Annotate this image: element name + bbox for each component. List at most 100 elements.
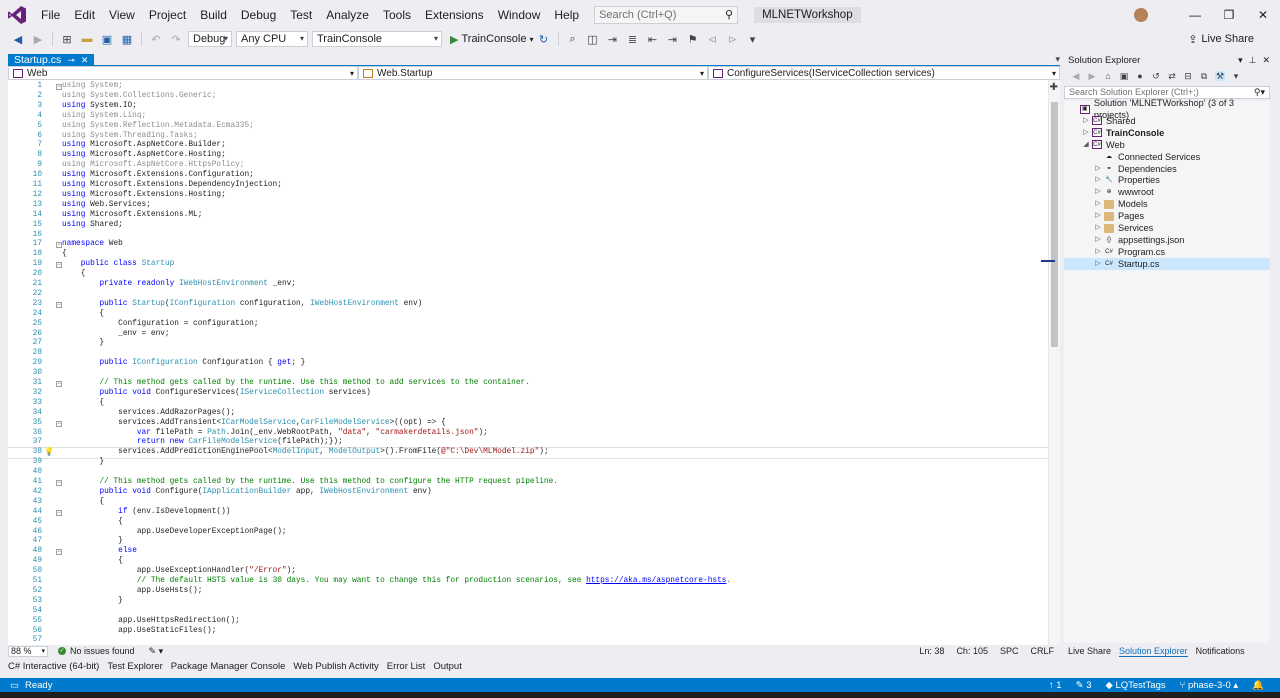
startup-project-select[interactable]: TrainConsole ▾ — [312, 31, 442, 47]
code-line[interactable]: 5 using System.Reflection.Metadata.Ecma33… — [8, 122, 1048, 132]
code-line[interactable]: 28 — [8, 349, 1048, 359]
code-line[interactable]: 27 } — [8, 339, 1048, 349]
tree-item-program-cs[interactable]: ▷ C# Program.cs — [1064, 246, 1270, 258]
scrollbar-thumb[interactable] — [1051, 102, 1058, 347]
editor-vertical-scrollbar[interactable]: ✚ — [1041, 80, 1060, 645]
code-line[interactable]: 13 using Web.Services; — [8, 201, 1048, 211]
live-share-button[interactable]: ⇪ Live Share — [1188, 33, 1254, 46]
menu-item-build[interactable]: Build — [193, 0, 234, 30]
code-line[interactable]: 15 using Shared; — [8, 221, 1048, 231]
tab-overflow-icon[interactable]: ▾ — [1055, 54, 1060, 65]
code-line[interactable]: 34 services.AddRazorPages(); — [8, 409, 1048, 419]
pending-edits[interactable]: ✎ 3 — [1076, 680, 1092, 691]
tree-item-wwwroot[interactable]: ▷ ⊕ wwwroot — [1064, 186, 1270, 198]
code-line[interactable]: 44− if (env.IsDevelopment()) — [8, 508, 1048, 518]
menu-item-file[interactable]: File — [34, 0, 67, 30]
code-line[interactable]: 8 using Microsoft.AspNetCore.Hosting; — [8, 151, 1048, 161]
pending-changes-icon[interactable]: ↺ — [1151, 71, 1161, 81]
repository-selector[interactable]: ◆ LQTestTags — [1105, 680, 1165, 691]
indent-icon[interactable]: ⇤ — [646, 32, 660, 46]
properties-icon[interactable]: ⚒ — [1215, 71, 1225, 81]
code-line[interactable]: 1− using System; — [8, 82, 1048, 92]
tree-item-services[interactable]: ▷ Services — [1064, 222, 1270, 234]
expand-toggle-icon[interactable]: ▷ — [1094, 186, 1102, 198]
expand-toggle-icon[interactable]: ▷ — [1094, 258, 1102, 270]
code-line[interactable]: 42 public void Configure(IApplicationBui… — [8, 488, 1048, 498]
code-line[interactable]: 4 using System.Linq; — [8, 112, 1048, 122]
menu-item-view[interactable]: View — [102, 0, 142, 30]
tab-solution-explorer[interactable]: Solution Explorer — [1119, 646, 1188, 657]
code-line[interactable]: 36 var filePath = Path.Join(_env.WebRoot… — [8, 429, 1048, 439]
save-icon[interactable]: ▣ — [100, 32, 114, 46]
menu-item-debug[interactable]: Debug — [234, 0, 283, 30]
back-icon[interactable]: ◀ — [11, 32, 25, 46]
code-line[interactable]: 38 💡 services.AddPredictionEnginePool<Mod… — [8, 447, 1049, 460]
tree-item-startup-cs[interactable]: ▷ C# Startup.cs — [1064, 257, 1270, 270]
code-line[interactable]: 18 { — [8, 250, 1048, 260]
menu-item-window[interactable]: Window — [491, 0, 548, 30]
tab-package-manager-console[interactable]: Package Manager Console — [171, 661, 286, 672]
expand-toggle-icon[interactable]: ▷ — [1094, 210, 1102, 222]
code-line[interactable]: 14 using Microsoft.Extensions.ML; — [8, 211, 1048, 221]
pin-icon[interactable]: ⊥ — [1249, 55, 1257, 66]
tree-item-shared[interactable]: ▷ C# Shared — [1064, 115, 1270, 127]
member-nav-select[interactable]: ConfigureServices(IServiceCollection ser… — [708, 66, 1060, 80]
whitespace-mode[interactable]: SPC — [1000, 646, 1019, 656]
code-line[interactable]: 48− else — [8, 547, 1048, 557]
code-line[interactable]: 54 — [8, 607, 1048, 617]
code-line[interactable]: 57 — [8, 636, 1048, 645]
code-line[interactable]: 19− public class Startup — [8, 260, 1048, 270]
tab-error-list[interactable]: Error List — [387, 661, 426, 672]
close-icon[interactable]: ✕ — [1262, 55, 1270, 66]
type-nav-select[interactable]: Web.Startup ▾ — [358, 66, 708, 80]
menu-item-project[interactable]: Project — [142, 0, 193, 30]
tree-item-models[interactable]: ▷ Models — [1064, 198, 1270, 210]
code-line[interactable]: 3 using System.IO; — [8, 102, 1048, 112]
step-icon[interactable]: ⇥ — [606, 32, 620, 46]
code-line[interactable]: 9 using Microsoft.AspNetCore.HttpsPolicy; — [8, 161, 1048, 171]
expand-toggle-icon[interactable]: ▷ — [1094, 222, 1102, 234]
split-editor-icon[interactable]: ✚ — [1050, 82, 1058, 93]
code-line[interactable]: 11 using Microsoft.Extensions.DependencyI… — [8, 181, 1048, 191]
code-line[interactable]: 31− // This method gets called by the ru… — [8, 379, 1048, 389]
notifications-bell-icon[interactable]: 🔔 — [1252, 680, 1264, 691]
collapse-all-icon[interactable]: ⊟ — [1183, 71, 1193, 81]
tree-item-dependencies[interactable]: ▷ ⚭ Dependencies — [1064, 163, 1270, 175]
code-line[interactable]: 46 app.UseDeveloperExceptionPage(); — [8, 528, 1048, 538]
sync-icon[interactable]: ⇄ — [1167, 71, 1177, 81]
find-in-files-icon[interactable]: ⌕ — [566, 32, 580, 46]
git-icon[interactable]: ● — [1135, 71, 1145, 81]
code-line[interactable]: 29 public IConfiguration Configuration {… — [8, 359, 1048, 369]
code-line[interactable]: 41− // This method gets called by the ru… — [8, 478, 1048, 488]
close-window-button[interactable]: ✕ — [1246, 8, 1280, 22]
issues-indicator[interactable]: ✓ No issues found — [58, 646, 135, 656]
code-line[interactable]: 21 private readonly IWebHostEnvironment … — [8, 280, 1048, 290]
code-line[interactable]: 24 { — [8, 310, 1048, 320]
tab-notifications[interactable]: Notifications — [1196, 646, 1245, 656]
line-ending[interactable]: CRLF — [1030, 646, 1054, 656]
code-line[interactable]: 45 { — [8, 518, 1048, 528]
code-line[interactable]: 22 — [8, 290, 1048, 300]
forward-icon[interactable]: ▶ — [1087, 71, 1097, 81]
home-icon[interactable]: ⌂ — [1103, 71, 1113, 81]
code-line[interactable]: 32 public void ConfigureServices(IServic… — [8, 389, 1048, 399]
next-bookmark-icon[interactable]: ⊳ — [726, 32, 740, 46]
solution-configuration-select[interactable]: Debug ▾ — [188, 31, 232, 47]
start-debugging-button[interactable]: ▶ TrainConsole ▾ — [450, 33, 534, 46]
tab-live-share[interactable]: Live Share — [1068, 646, 1111, 656]
undo-icon[interactable]: ↶ — [149, 32, 163, 46]
avatar[interactable] — [1134, 8, 1148, 22]
menu-item-tools[interactable]: Tools — [376, 0, 418, 30]
code-line[interactable]: 50 app.UseExceptionHandler("/Error"); — [8, 567, 1048, 577]
expand-toggle-icon[interactable]: ▷ — [1082, 115, 1090, 127]
menu-item-analyze[interactable]: Analyze — [319, 0, 376, 30]
save-all-icon[interactable]: ▦ — [120, 32, 134, 46]
format-icon[interactable]: ≣ — [626, 32, 640, 46]
tab-output[interactable]: Output — [433, 661, 462, 672]
code-line[interactable]: 2 using System.Collections.Generic; — [8, 92, 1048, 102]
minimize-button[interactable]: — — [1178, 8, 1212, 22]
tree-item-appsettings-json[interactable]: ▷ {} appsettings.json — [1064, 234, 1270, 246]
code-line[interactable]: 39 } — [8, 458, 1048, 468]
expand-toggle-icon[interactable]: ▷ — [1094, 198, 1102, 210]
expand-toggle-icon[interactable]: ▷ — [1094, 174, 1102, 186]
